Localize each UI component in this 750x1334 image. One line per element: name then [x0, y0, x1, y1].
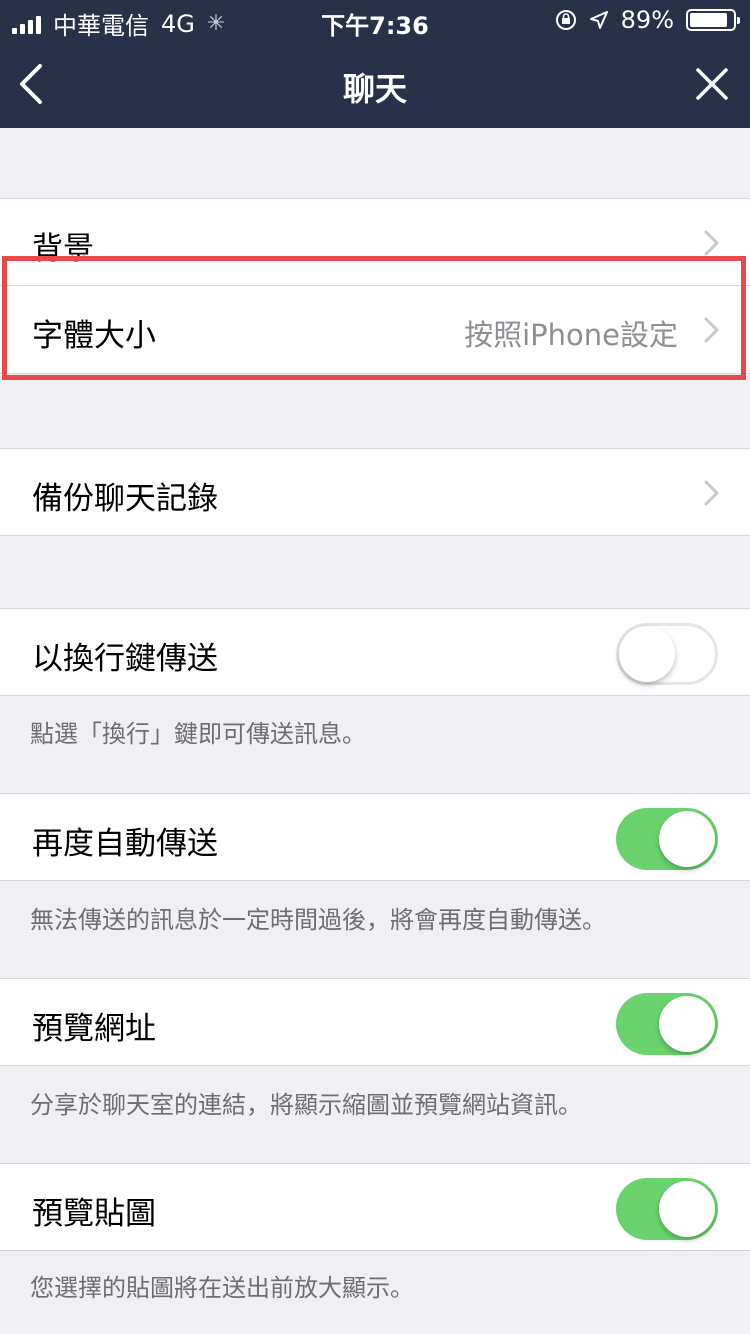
- enter-to-send-note: 點選「換行」鍵即可傳送訊息。: [30, 720, 366, 748]
- row-label: 再度自動傳送: [32, 826, 218, 862]
- battery-fill: [690, 13, 728, 27]
- chevron-right-icon: [704, 480, 719, 506]
- nav-bar: 聊天: [0, 40, 750, 128]
- location-arrow-icon: [589, 11, 608, 29]
- page-title: 聊天: [342, 70, 407, 108]
- settings-row-backup[interactable]: 備份聊天記錄: [0, 448, 750, 536]
- settings-row-background[interactable]: 背景: [0, 198, 750, 286]
- row-label: 以換行鍵傳送: [32, 641, 218, 677]
- close-icon[interactable]: [692, 64, 732, 104]
- row-label: 預覽貼圖: [32, 1196, 156, 1232]
- row-label: 備份聊天記錄: [32, 481, 218, 517]
- toggle-knob: [659, 1181, 715, 1237]
- sticker-preview-toggle[interactable]: [616, 1178, 718, 1240]
- url-preview-toggle[interactable]: [616, 993, 718, 1055]
- settings-row-auto-resend: 再度自動傳送: [0, 793, 750, 881]
- battery-icon: [686, 9, 740, 31]
- auto-resend-note: 無法傳送的訊息於一定時間過後，將會再度自動傳送。: [30, 906, 606, 934]
- toggle-knob: [659, 996, 715, 1052]
- settings-row-sticker-preview: 預覽貼圖: [0, 1163, 750, 1251]
- row-label: 預覽網址: [32, 1011, 156, 1047]
- chevron-right-icon: [704, 317, 719, 343]
- chevron-right-icon: [704, 230, 719, 256]
- battery-percent: 89%: [620, 6, 674, 34]
- settings-row-enter-to-send: 以換行鍵傳送: [0, 608, 750, 696]
- enter-to-send-toggle[interactable]: [616, 623, 718, 685]
- url-preview-note: 分享於聊天室的連結，將顯示縮圖並預覽網站資訊。: [30, 1091, 582, 1119]
- toggle-knob: [659, 811, 715, 867]
- sticker-preview-note: 您選擇的貼圖將在送出前放大顯示。: [30, 1274, 414, 1302]
- row-value: 按照iPhone設定: [464, 318, 678, 352]
- row-label: 背景: [32, 231, 94, 267]
- row-label: 字體大小: [32, 318, 156, 354]
- status-right: 89%: [555, 6, 740, 34]
- settings-row-url-preview: 預覽網址: [0, 978, 750, 1066]
- rotation-lock-icon: [555, 10, 576, 30]
- settings-row-font-size[interactable]: 字體大小 按照iPhone設定: [0, 286, 750, 374]
- auto-resend-toggle[interactable]: [616, 808, 718, 870]
- status-bar: 中華電信 4G ✳ 下午7:36 89%: [0, 0, 750, 40]
- toggle-knob: [619, 626, 675, 682]
